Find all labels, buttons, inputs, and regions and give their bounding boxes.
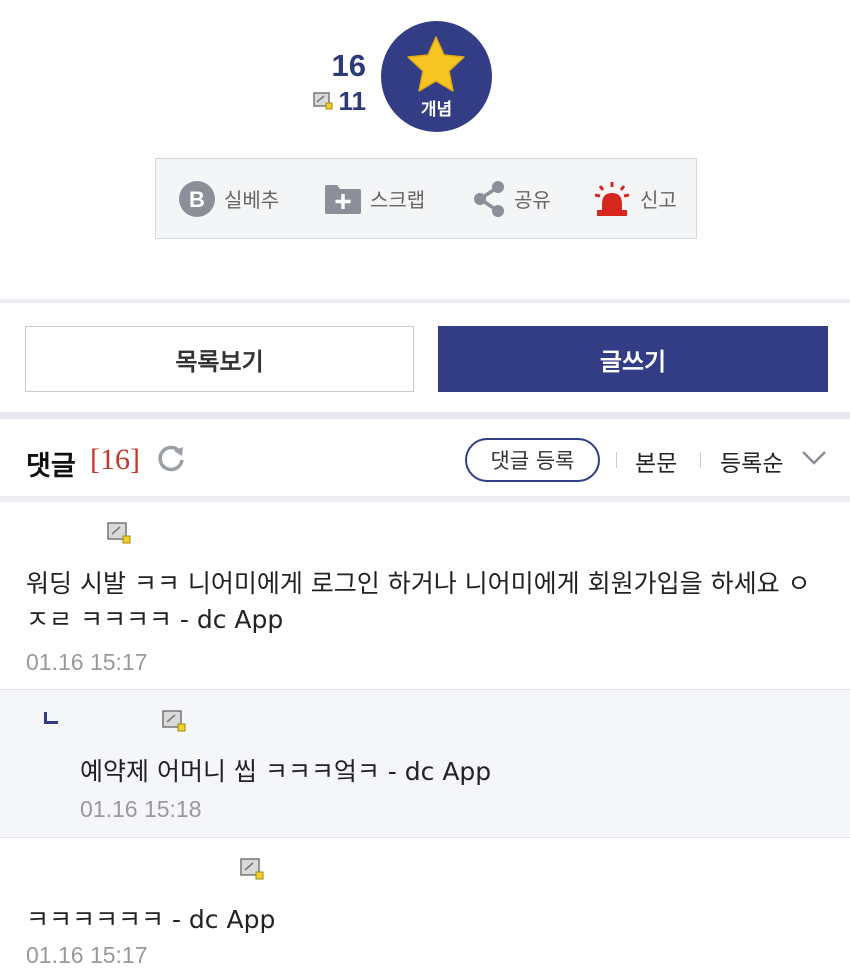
divider [0, 412, 850, 419]
comment-title: 댓글 [26, 451, 76, 482]
gall-count-row: 11 [290, 86, 366, 116]
comment-header: 댓글 [16] 댓글 등록 본문 등록순 [0, 419, 850, 497]
report-button[interactable]: 신고 [592, 159, 677, 238]
up-label: 개념 [420, 100, 453, 120]
comment-text: ㅋㅋㅋㅋㅋㅋ - dc App [26, 905, 276, 934]
list-view-button[interactable]: 목록보기 [25, 326, 414, 392]
recommend-counts: 16 11 [290, 48, 366, 116]
silbe-button[interactable]: B 실베추 [178, 159, 279, 238]
report-label: 신고 [640, 188, 677, 212]
share-icon [474, 180, 504, 217]
alarm-siren-icon [594, 181, 630, 216]
comment-item: 워딩 시발 ㅋㅋ 니어미에게 로그인 하거나 니어미에게 회원가입을 하세요 ㅇ… [0, 502, 850, 690]
gall-count: 11 [338, 86, 367, 116]
gall-nick-icon [240, 858, 264, 880]
chevron-down-icon[interactable] [801, 449, 827, 467]
comment-date: 01.16 15:17 [26, 649, 148, 675]
divider [616, 452, 617, 468]
recommend-up-button[interactable]: 개념 [381, 21, 492, 132]
share-button[interactable]: 공유 [472, 159, 551, 238]
gall-nick-icon [312, 92, 333, 110]
comment-register-button[interactable]: 댓글 등록 [465, 438, 600, 482]
comment-item: ㅋㅋㅋㅋㅋㅋ - dc App 01.16 15:17 [0, 838, 850, 980]
svg-text:B: B [189, 187, 205, 212]
sort-body-button[interactable]: 본문 [635, 444, 677, 478]
comment-text: 워딩 시발 ㅋㅋ 니어미에게 로그인 하거나 니어미에게 회원가입을 하세요 ㅇ… [26, 569, 811, 634]
up-count: 16 [331, 48, 366, 83]
share-label: 공유 [514, 188, 551, 212]
star-icon [407, 36, 465, 92]
refresh-icon[interactable] [156, 443, 186, 473]
sort-order-select[interactable]: 등록순 [720, 444, 783, 478]
comment-text: 예약제 어머니 씹 ㅋㅋㅋ엌ㅋ - dc App [80, 757, 492, 786]
scrap-label: 스크랩 [370, 188, 426, 212]
gall-nick-icon [107, 522, 131, 544]
comment-date: 01.16 15:18 [80, 796, 202, 822]
silbe-b-icon: B [179, 180, 215, 217]
divider [0, 299, 850, 303]
write-button[interactable]: 글쓰기 [438, 326, 828, 392]
recommend-area: 16 11 개념 B 실베추 스크랩 공유 신고 [0, 0, 850, 300]
silbe-label: 실베추 [224, 188, 280, 212]
folder-plus-icon [325, 184, 361, 214]
comment-date: 01.16 15:17 [26, 942, 148, 968]
scrap-button[interactable]: 스크랩 [324, 159, 425, 238]
comment-count: [16] [90, 443, 140, 476]
reply-comment-item: 예약제 어머니 씹 ㅋㅋㅋ엌ㅋ - dc App 01.16 15:18 [0, 690, 850, 838]
divider [700, 452, 701, 468]
reply-arrow-icon [44, 712, 58, 724]
gall-nick-icon [162, 710, 186, 732]
post-action-bar: B 실베추 스크랩 공유 신고 [155, 158, 697, 239]
